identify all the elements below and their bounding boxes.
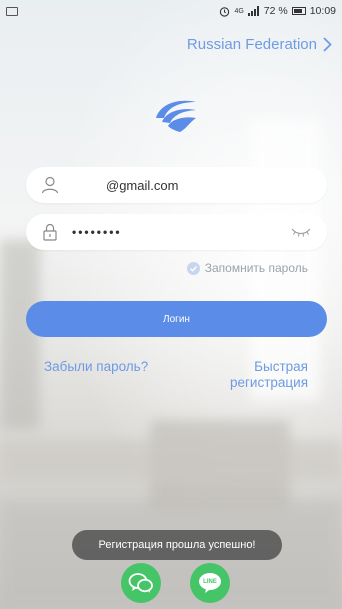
bg-window-light [250, 120, 320, 400]
clock-time: 10:09 [309, 5, 336, 17]
alarm-icon [220, 6, 230, 17]
status-bar: 4G 72 % 10:09 [0, 0, 342, 22]
toast-message: Регистрация прошла успешно! [72, 530, 282, 560]
network-type: 4G [234, 7, 244, 15]
chevron-right-icon [323, 37, 332, 52]
app-logo [156, 100, 196, 132]
forgot-password-link[interactable]: Забыли пароль? [44, 359, 148, 374]
quick-register-line2: регистрация [229, 375, 308, 390]
image-notification-icon [6, 6, 18, 16]
region-selector[interactable]: Russian Federation [187, 36, 332, 53]
signal-icon [247, 6, 259, 16]
remember-password-checkbox[interactable]: Запомнить пароль [186, 261, 308, 275]
battery-percent: 72 % [263, 5, 288, 17]
user-icon [41, 176, 59, 194]
region-label: Russian Federation [186, 36, 317, 53]
lock-icon [43, 223, 57, 241]
remember-password-label: Запомнить пароль [204, 261, 308, 275]
bg-table [0, 440, 342, 480]
eye-closed-icon[interactable] [289, 226, 313, 238]
wechat-login-button[interactable] [121, 563, 161, 603]
quick-register-line1: Быстрая [254, 359, 308, 374]
email-field[interactable]: @gmail.com [26, 167, 327, 203]
wechat-icon [128, 573, 153, 593]
password-field[interactable]: •••••••• [26, 214, 327, 250]
bg-shelf-left [0, 240, 40, 430]
battery-icon [291, 7, 306, 15]
toast-text: Регистрация прошла успешно! [98, 539, 256, 551]
checkmark-icon [186, 261, 200, 275]
login-button-label: Логин [163, 313, 190, 325]
line-label: LINE [203, 578, 217, 585]
email-input[interactable]: @gmail.com [60, 178, 313, 193]
quick-register-link[interactable]: Быстрая регистрация [230, 359, 308, 391]
password-input[interactable]: •••••••• [60, 225, 289, 239]
login-button[interactable]: Логин [26, 301, 327, 337]
line-login-button[interactable]: LINE [190, 563, 230, 603]
